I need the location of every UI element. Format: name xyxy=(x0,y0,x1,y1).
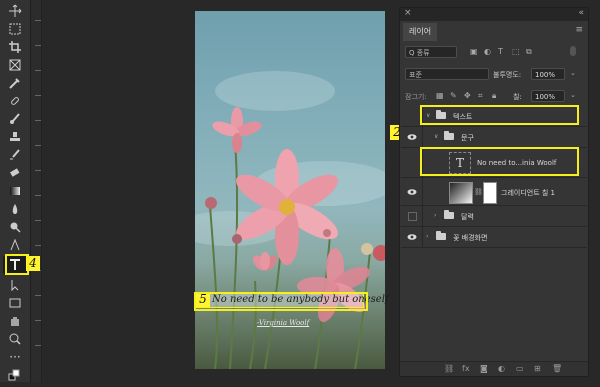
stamp-tool-icon[interactable] xyxy=(3,128,27,146)
visibility-off-box[interactable] xyxy=(408,212,417,221)
panel-titlebar: « × xyxy=(400,8,588,21)
opacity-field[interactable]: 100% xyxy=(531,68,565,80)
layer-name: 문구 xyxy=(461,134,474,142)
visibility-eye-icon[interactable] xyxy=(407,232,417,242)
tab-layers[interactable]: 레이어 xyxy=(403,23,438,41)
blend-mode-select[interactable]: 표준 xyxy=(405,68,489,80)
gradient-thumb-icon xyxy=(449,182,473,204)
fill-field[interactable]: 100% xyxy=(531,90,565,102)
layer-name: 꽃 배경화면 xyxy=(453,234,488,242)
lock-transparency-icon[interactable]: ▦ xyxy=(436,91,444,100)
eraser-tool-icon[interactable] xyxy=(3,164,27,182)
link-icon: ⛓ xyxy=(474,188,483,196)
layers-panel: « × 레이어 ≡ Q 종류 ▣ ◐ T ⬚ ⧉ 표준 불투명도: 100% ⌄… xyxy=(399,7,589,377)
opacity-chevron-icon[interactable]: ⌄ xyxy=(570,69,576,77)
adjustment-layer-icon[interactable]: ◐ xyxy=(498,365,506,373)
frame-tool-icon[interactable] xyxy=(3,56,27,74)
lock-label: 잠그기: xyxy=(405,93,427,101)
flowers-illustration xyxy=(205,107,385,369)
highlight-quote xyxy=(194,292,368,311)
new-group-icon[interactable]: ▭ xyxy=(516,365,524,373)
filter-pixel-icon[interactable]: ▣ xyxy=(470,47,478,56)
visibility-eye-icon[interactable] xyxy=(407,132,417,142)
collapse-arrow-icon[interactable]: › xyxy=(426,233,428,240)
healing-tool-icon[interactable] xyxy=(3,92,27,110)
collapse-icon[interactable]: « xyxy=(578,8,584,18)
swap-colors-icon[interactable] xyxy=(3,366,27,384)
folder-icon xyxy=(444,131,454,140)
lock-pixels-icon[interactable]: ✎ xyxy=(450,91,457,100)
type-tool-highlight xyxy=(5,254,29,275)
layer-filter-select[interactable]: Q 종류 xyxy=(405,46,457,58)
marquee-tool-icon[interactable] xyxy=(3,20,27,38)
brush-tool-icon[interactable] xyxy=(3,110,27,128)
layer-row-calendar-group[interactable]: › 달력 xyxy=(401,206,587,227)
highlight-text-layer xyxy=(420,147,579,176)
opacity-label: 불투명도: xyxy=(493,71,522,79)
add-mask-icon[interactable]: ◙ xyxy=(480,365,488,373)
crop-tool-icon[interactable] xyxy=(3,38,27,56)
gradient-tool-icon[interactable] xyxy=(3,182,27,200)
close-panel-icon[interactable]: × xyxy=(404,8,412,18)
lock-position-icon[interactable]: ✥ xyxy=(464,91,471,100)
tools-panel: ··· xyxy=(0,0,31,382)
lock-all-icon[interactable]: 🔒︎ xyxy=(492,91,496,101)
layer-name: 그레이디언트 칠 1 xyxy=(501,189,555,197)
author-text[interactable]: -Virginia Woolf xyxy=(257,319,309,327)
link-layers-icon[interactable]: ⛓ xyxy=(444,365,454,373)
more-tools-icon[interactable]: ··· xyxy=(3,348,27,366)
delete-layer-icon[interactable]: 🗑︎ xyxy=(552,365,562,373)
layer-row-flower-background-group[interactable]: › 꽃 배경화면 xyxy=(401,227,587,248)
panel-footer: ⛓ fx ◙ ◐ ▭ ⊞ 🗑︎ xyxy=(400,361,588,376)
layer-style-icon[interactable]: fx xyxy=(462,365,470,373)
zoom-tool-icon[interactable] xyxy=(3,330,27,348)
visibility-eye-icon[interactable] xyxy=(407,187,417,197)
expand-arrow-icon[interactable]: ∨ xyxy=(434,133,438,140)
filter-smart-icon[interactable]: ⧉ xyxy=(526,47,532,57)
pen-tool-icon[interactable] xyxy=(3,236,27,254)
move-tool-icon[interactable] xyxy=(3,2,27,20)
filter-toggle-icon[interactable] xyxy=(570,46,576,56)
layer-row-gradient-fill[interactable]: ⛓ 그레이디언트 칠 1 xyxy=(401,178,587,206)
history-brush-tool-icon[interactable] xyxy=(3,146,27,164)
dodge-tool-icon[interactable] xyxy=(3,218,27,236)
blur-tool-icon[interactable] xyxy=(3,200,27,218)
path-select-tool-icon[interactable] xyxy=(3,276,27,294)
fill-label: 칠: xyxy=(513,93,522,101)
folder-icon xyxy=(444,210,454,219)
folder-icon xyxy=(436,231,446,240)
highlight-text-group xyxy=(420,105,579,125)
panel-menu-icon[interactable]: ≡ xyxy=(575,25,583,35)
layer-row-phrase-group[interactable]: ∨ 문구 xyxy=(401,127,587,148)
lock-artboard-icon[interactable]: ⌗ xyxy=(478,91,483,101)
new-layer-icon[interactable]: ⊞ xyxy=(534,365,542,373)
filter-type-icon[interactable]: T xyxy=(498,47,503,56)
vertical-ruler xyxy=(31,0,42,382)
filter-shape-icon[interactable]: ⬚ xyxy=(512,47,520,56)
eyedropper-tool-icon[interactable] xyxy=(3,74,27,92)
filter-adjust-icon[interactable]: ◐ xyxy=(484,47,491,56)
collapse-arrow-icon[interactable]: › xyxy=(434,212,436,219)
rectangle-tool-icon[interactable] xyxy=(3,294,27,312)
canvas-image xyxy=(195,11,385,369)
layer-mask-thumb[interactable] xyxy=(483,182,497,204)
hand-tool-icon[interactable] xyxy=(3,312,27,330)
fill-chevron-icon[interactable]: ⌄ xyxy=(570,91,576,99)
layer-name: 달력 xyxy=(461,213,474,221)
